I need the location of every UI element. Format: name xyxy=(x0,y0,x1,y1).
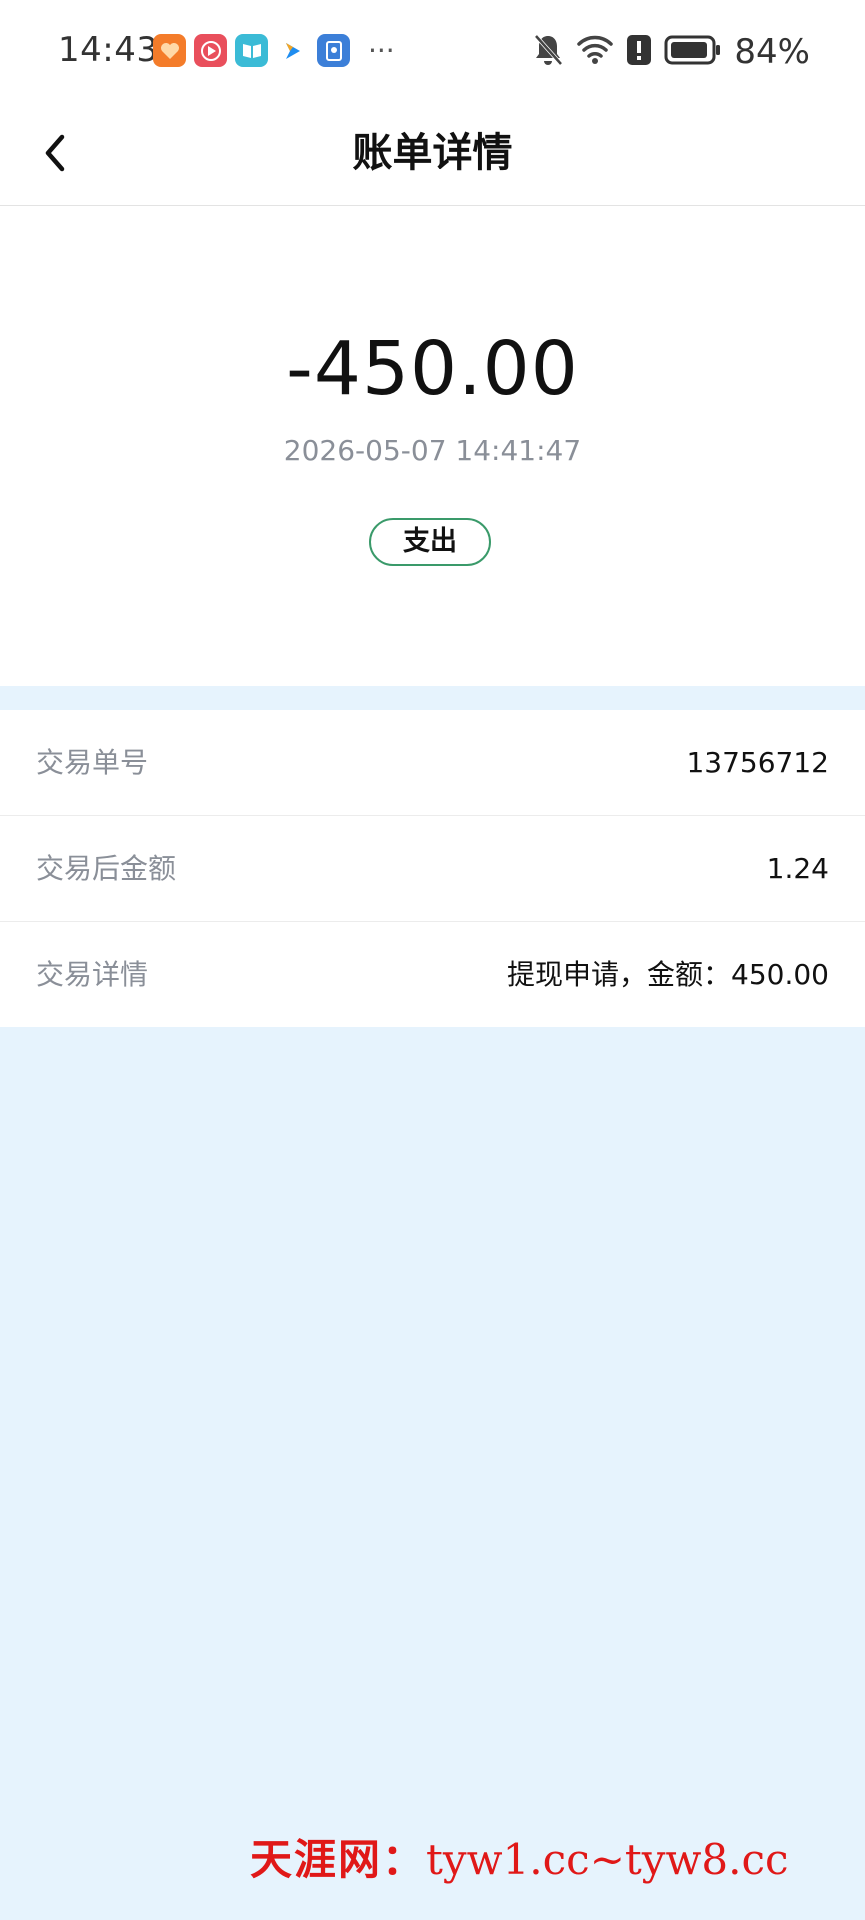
watermark-site-name: 天涯网： xyxy=(250,1835,427,1884)
card-app-icon xyxy=(317,34,350,67)
transaction-datetime: 2026-05-07 14:41:47 xyxy=(283,434,582,467)
more-notifications: ··· xyxy=(368,33,395,67)
detail-value: 13756712 xyxy=(686,746,829,779)
detail-row: 交易单号 13756712 xyxy=(0,710,865,816)
video-app-icon xyxy=(194,34,227,67)
arrow-app-icon xyxy=(276,34,309,67)
detail-row: 交易后金额 1.24 xyxy=(0,816,865,922)
detail-value: 提现申请，金额：450.00 xyxy=(507,958,829,991)
book-app-icon xyxy=(235,34,268,67)
heart-app-icon xyxy=(153,34,186,67)
notification-icons: ··· xyxy=(153,34,395,67)
page-title: 账单详情 xyxy=(352,130,513,176)
battery-level: 84% xyxy=(734,32,810,72)
alert-icon xyxy=(626,34,652,70)
transaction-details: 交易单号 13756712 交易后金额 1.24 交易详情 提现申请，金额：45… xyxy=(0,710,865,1027)
watermark-url: tyw1.cc~tyw8.cc xyxy=(426,1835,789,1884)
bell-off-icon xyxy=(532,33,564,71)
detail-value: 1.24 xyxy=(766,852,829,885)
system-icons: 84% xyxy=(532,32,810,72)
status-bar: 14:43 ··· 84% xyxy=(0,0,865,105)
transaction-amount: -450.00 xyxy=(286,326,579,412)
transaction-type-badge: 支出 xyxy=(369,518,491,566)
status-time: 14:43 xyxy=(58,30,159,70)
wifi-icon xyxy=(576,34,614,70)
watermark: 天涯网：tyw1.cc~tyw8.cc xyxy=(250,1826,789,1887)
detail-row: 交易详情 提现申请，金额：450.00 xyxy=(0,922,865,1027)
detail-label: 交易单号 xyxy=(36,746,149,779)
detail-label: 交易后金额 xyxy=(36,852,177,885)
battery-icon xyxy=(664,35,722,69)
transaction-summary: -450.00 2026-05-07 14:41:47 支出 xyxy=(0,206,865,686)
nav-bar: 账单详情 xyxy=(0,105,865,206)
detail-label: 交易详情 xyxy=(36,958,149,991)
